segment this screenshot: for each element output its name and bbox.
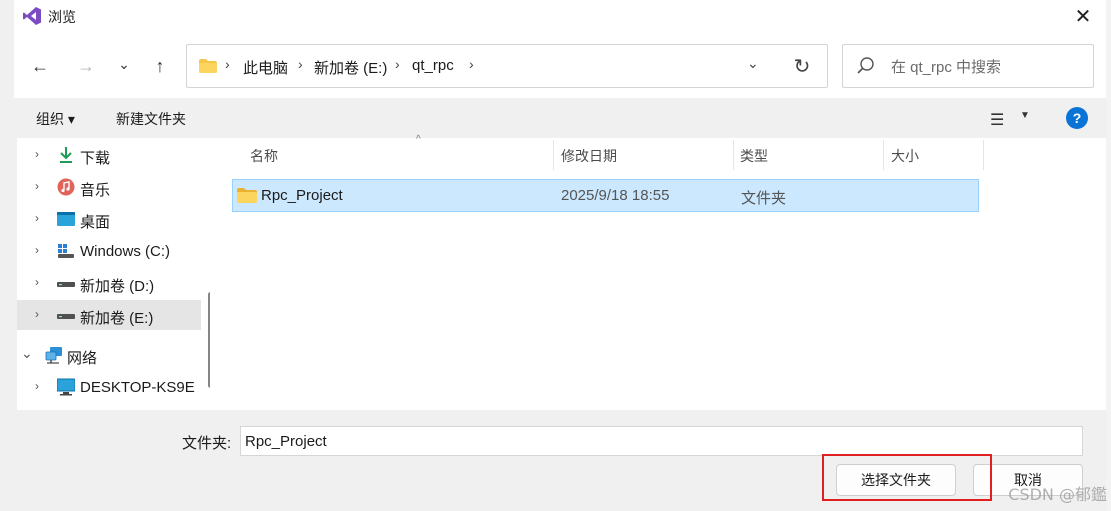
forward-button[interactable]: → <box>72 54 100 78</box>
sidebar-item-desktop[interactable]: › 桌面 <box>17 204 201 234</box>
navigation-pane[interactable]: › 下载 › 音乐 › 桌面 › Windows (C:) › 新加卷 (D:)… <box>17 138 217 410</box>
help-icon: ? <box>1072 110 1082 126</box>
computer-icon <box>57 378 75 396</box>
navigation-bar: ← → ⌄ ↑ › 此电脑 › 新加卷 (E:) › qt_rpc › ⌄ ↻ <box>14 32 1106 98</box>
folder-icon <box>237 188 257 203</box>
folder-name-input[interactable] <box>240 426 1083 456</box>
chevron-down-icon[interactable]: ⌄ <box>21 345 33 362</box>
column-divider[interactable] <box>553 140 554 170</box>
sidebar-item-label: 下载 <box>80 150 111 167</box>
column-header-type[interactable]: 类型 <box>740 146 768 166</box>
back-arrow-icon: ← <box>31 55 49 76</box>
organize-menu-button[interactable]: 组织 ▾ <box>36 109 75 129</box>
drive-icon <box>57 314 75 319</box>
sidebar-item-downloads[interactable]: › 下载 <box>17 140 201 170</box>
new-folder-button[interactable]: 新建文件夹 <box>116 109 186 129</box>
close-button[interactable]: ✕ <box>1060 0 1106 32</box>
chevron-right-icon[interactable]: › <box>35 211 39 225</box>
recent-locations-button[interactable]: ⌄ <box>110 52 138 76</box>
breadcrumb-qt-rpc[interactable]: qt_rpc <box>412 57 454 74</box>
back-button[interactable]: ← <box>26 54 54 78</box>
column-header-name[interactable]: ^ 名称 <box>232 134 552 172</box>
file-list[interactable]: ^ 名称 修改日期 类型 大小 Rpc_Project 2025/9/18 18… <box>210 134 1106 410</box>
refresh-icon: ↻ <box>793 55 811 78</box>
column-divider[interactable] <box>733 140 734 170</box>
highlight-box <box>822 454 992 501</box>
help-button[interactable]: ? <box>1066 107 1088 129</box>
folder-icon <box>199 59 217 73</box>
chevron-right-icon[interactable]: › <box>35 243 39 257</box>
visual-studio-icon <box>23 7 41 25</box>
title-bar: 浏览 ✕ <box>14 0 1106 32</box>
column-header-size[interactable]: 大小 <box>891 146 919 166</box>
sort-ascending-icon: ^ <box>416 134 421 145</box>
watermark: CSDN @郁鑑 <box>1008 485 1107 504</box>
sidebar-item-label: 新加卷 (D:) <box>80 278 155 295</box>
column-divider[interactable] <box>983 140 984 170</box>
search-icon <box>857 57 874 74</box>
chevron-right-icon[interactable]: › <box>35 147 39 161</box>
breadcrumb-separator: › <box>225 56 230 72</box>
sidebar-item-windows-c[interactable]: › Windows (C:) <box>17 236 201 266</box>
sidebar-item-drive-e[interactable]: › 新加卷 (E:) <box>17 300 201 330</box>
footer-panel: 文件夹: 选择文件夹 取消 <box>14 410 1106 511</box>
command-bar: 组织 ▾ 新建文件夹 ☰ ▼ ? <box>14 98 1106 138</box>
browse-dialog: 浏览 ✕ ← → ⌄ ↑ › 此电脑 › 新加卷 (E:) › qt_rpc ›… <box>14 0 1106 511</box>
chevron-right-icon[interactable]: › <box>35 307 39 321</box>
breadcrumb-separator: › <box>395 56 400 72</box>
forward-arrow-icon: → <box>77 55 95 76</box>
search-box[interactable] <box>842 44 1094 88</box>
window-title: 浏览 <box>48 9 76 25</box>
drive-icon <box>57 282 75 287</box>
breadcrumb-separator: › <box>469 56 474 72</box>
file-type: 文件夹 <box>741 190 787 207</box>
sidebar-item-label: 音乐 <box>80 182 111 199</box>
breadcrumb-this-pc[interactable]: 此电脑 <box>243 57 288 78</box>
close-icon: ✕ <box>1074 5 1092 28</box>
folder-field-label: 文件夹: <box>182 435 232 452</box>
up-arrow-icon: ↑ <box>155 55 165 76</box>
up-button[interactable]: ↑ <box>146 54 174 78</box>
view-dropdown-icon[interactable]: ▼ <box>1020 110 1030 121</box>
file-row[interactable]: Rpc_Project 2025/9/18 18:55 文件夹 <box>232 179 979 212</box>
chevron-down-icon: ⌄ <box>118 55 130 72</box>
address-bar[interactable]: › 此电脑 › 新加卷 (E:) › qt_rpc › ⌄ ↻ <box>186 44 828 88</box>
desktop-icon <box>57 212 75 226</box>
chevron-right-icon[interactable]: › <box>35 179 39 193</box>
chevron-right-icon[interactable]: › <box>35 275 39 289</box>
sidebar-item-music[interactable]: › 音乐 <box>17 172 201 202</box>
network-icon <box>45 347 62 364</box>
music-icon <box>57 178 75 196</box>
background-left <box>0 0 14 511</box>
download-icon <box>60 147 72 163</box>
sidebar-item-drive-d[interactable]: › 新加卷 (D:) <box>17 268 201 298</box>
breadcrumb-separator: › <box>298 56 303 72</box>
column-divider[interactable] <box>883 140 884 170</box>
column-header-label: 名称 <box>250 148 278 164</box>
sidebar-item-desktop-pc[interactable]: › DESKTOP-KS9E <box>17 372 201 402</box>
sidebar-item-label: 桌面 <box>80 214 111 231</box>
file-modified: 2025/9/18 18:55 <box>561 187 670 204</box>
column-header-modified[interactable]: 修改日期 <box>561 146 617 166</box>
sidebar-item-label: 网络 <box>67 350 98 367</box>
view-options-icon[interactable]: ☰ <box>990 110 1004 130</box>
breadcrumb-drive-e[interactable]: 新加卷 (E:) <box>314 57 387 78</box>
sidebar-item-label: Windows (C:) <box>80 243 171 260</box>
windows-drive-icon <box>58 244 74 258</box>
search-input[interactable] <box>891 55 1081 79</box>
file-name: Rpc_Project <box>261 187 343 204</box>
sidebar-item-label: 新加卷 (E:) <box>80 310 154 327</box>
sidebar-item-label: DESKTOP-KS9E <box>80 379 195 396</box>
chevron-right-icon[interactable]: › <box>35 379 39 393</box>
sidebar-item-network[interactable]: ⌄ 网络 <box>17 340 201 370</box>
refresh-button[interactable]: ↻ <box>787 53 817 79</box>
address-history-dropdown[interactable]: ⌄ <box>747 55 759 72</box>
